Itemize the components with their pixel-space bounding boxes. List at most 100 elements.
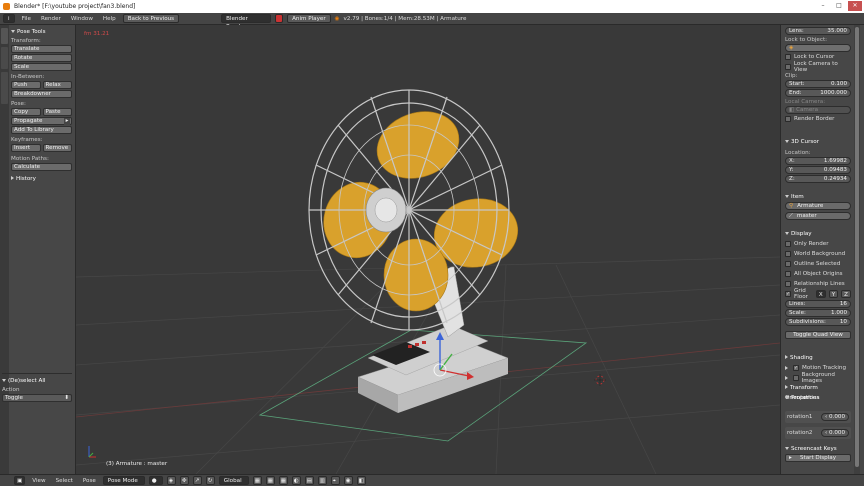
toggle-quad-view-button[interactable]: Toggle Quad View bbox=[785, 331, 851, 339]
tab-options[interactable] bbox=[1, 47, 8, 69]
calculate-button[interactable]: Calculate bbox=[11, 163, 72, 171]
maximize-button[interactable]: □ bbox=[832, 1, 846, 11]
action-select[interactable]: Toggle ⬍ bbox=[2, 394, 72, 402]
grid-lines-field[interactable]: Lines: 16 bbox=[785, 300, 851, 308]
remove-keyframe-button[interactable]: Remove bbox=[42, 144, 72, 152]
manipulator-icon[interactable]: ✜ bbox=[179, 476, 189, 485]
only-render-checkbox[interactable]: Only Render bbox=[785, 239, 851, 249]
menu-pose[interactable]: Pose bbox=[80, 478, 99, 484]
cursor-x-field[interactable]: X: 1.69982 bbox=[785, 157, 851, 165]
menu-select[interactable]: Select bbox=[53, 478, 76, 484]
lens-field[interactable]: Lens: 35.000 bbox=[785, 27, 851, 35]
render-engine-select[interactable]: Blender Render bbox=[221, 14, 272, 30]
layer-icon[interactable]: ▦ bbox=[278, 476, 288, 485]
rotate-button[interactable]: Rotate bbox=[11, 54, 72, 62]
push-button[interactable]: Push bbox=[11, 81, 41, 89]
record-icon[interactable] bbox=[275, 14, 284, 23]
operator-header[interactable]: (De)select All bbox=[2, 376, 72, 386]
mode-select[interactable]: Pose Mode bbox=[102, 476, 145, 485]
paste-pose-button[interactable]: Paste bbox=[42, 108, 72, 116]
menu-view[interactable]: View bbox=[29, 478, 48, 484]
axis-y-toggle[interactable]: Y bbox=[828, 290, 839, 298]
menu-file[interactable]: File bbox=[19, 16, 34, 22]
start-display-button[interactable]: ▸ Start Display bbox=[785, 454, 851, 462]
properties-header[interactable]: Properties bbox=[785, 393, 851, 403]
relax-button[interactable]: Relax bbox=[42, 81, 72, 89]
pivot-icon[interactable]: ◈ bbox=[166, 476, 176, 485]
all-object-origins-checkbox[interactable]: All Object Origins bbox=[785, 269, 851, 279]
add-to-library-button[interactable]: Add To Library bbox=[11, 126, 72, 134]
scrollbar-thumb[interactable] bbox=[855, 27, 859, 467]
orientation-select[interactable]: Global bbox=[218, 476, 249, 485]
translate-manipulator-icon[interactable]: ↗ bbox=[192, 476, 202, 485]
3d-cursor-header[interactable]: 3D Cursor bbox=[785, 137, 851, 147]
translate-button[interactable]: Translate bbox=[11, 45, 72, 53]
axis-x-toggle[interactable]: X bbox=[815, 290, 826, 298]
clip-start-field[interactable]: Start: 0.100 bbox=[785, 80, 851, 88]
bone-name-field[interactable]: ⟋ master bbox=[785, 212, 851, 220]
close-button[interactable]: ✕ bbox=[848, 1, 862, 11]
menu-window[interactable]: Window bbox=[68, 16, 96, 22]
pose-tools-header[interactable]: Pose Tools bbox=[11, 27, 72, 37]
item-name-field[interactable]: ⚲ Armature bbox=[785, 202, 851, 210]
object-info-label: (3) Armature : master bbox=[106, 461, 168, 467]
local-camera-field[interactable]: ◧ Camera bbox=[785, 106, 851, 114]
viewport-shading-icon[interactable]: ● bbox=[148, 476, 163, 485]
inbetween-row: Push Relax bbox=[11, 81, 72, 90]
layer-icon[interactable]: ▦ bbox=[252, 476, 262, 485]
tab-tools[interactable] bbox=[1, 28, 8, 44]
scale-button[interactable]: Scale bbox=[11, 63, 72, 71]
history-header[interactable]: History bbox=[11, 174, 72, 184]
grid-subdivisions-field[interactable]: Subdivisions: 10 bbox=[785, 318, 851, 326]
display-header[interactable]: Display bbox=[785, 229, 851, 239]
snap-icon[interactable]: ⌖ bbox=[330, 476, 340, 485]
minimize-button[interactable]: – bbox=[816, 1, 830, 11]
sidebar-scrollbar[interactable] bbox=[854, 25, 860, 474]
editor-type-icon[interactable]: i bbox=[3, 14, 15, 23]
tab-grease-pencil[interactable] bbox=[1, 72, 8, 104]
lock-camera-to-view-checkbox[interactable]: Lock Camera to View bbox=[785, 61, 851, 73]
screencast-keys-header[interactable]: Screencast Keys bbox=[785, 444, 851, 454]
layer-icon[interactable]: ▦ bbox=[265, 476, 275, 485]
axis-z-toggle[interactable]: Z bbox=[841, 290, 851, 298]
clip-end-field[interactable]: End: 1000.000 bbox=[785, 89, 851, 97]
fan-base[interactable] bbox=[357, 324, 509, 413]
propagate-button[interactable]: Propagate ▸ bbox=[11, 117, 72, 125]
paste-pose-icon[interactable]: ▥ bbox=[317, 476, 327, 485]
transform-orientations-header[interactable]: Transform Orientations bbox=[785, 383, 851, 401]
render-border-checkbox[interactable]: Render Border bbox=[785, 114, 851, 124]
camera-icon[interactable]: ◧ bbox=[356, 476, 366, 485]
3d-cursor-icon[interactable] bbox=[594, 374, 606, 386]
copy-pose-icon[interactable]: ▤ bbox=[304, 476, 314, 485]
anim-player-button[interactable]: Anim Player bbox=[287, 14, 331, 23]
viewport-editor-icon[interactable]: ▣ bbox=[14, 476, 26, 485]
rotate-manipulator-icon[interactable]: ↻ bbox=[205, 476, 215, 485]
grid-floor-checkbox[interactable]: ✓ Grid Floor X Y Z bbox=[785, 288, 851, 300]
propagate-dropdown-icon[interactable]: ▸ bbox=[64, 118, 70, 125]
lock-object-field[interactable]: ◈ bbox=[785, 44, 851, 52]
world-background-checkbox[interactable]: World Background bbox=[785, 249, 851, 259]
menu-help[interactable]: Help bbox=[100, 16, 119, 22]
render-icon[interactable]: ◉ bbox=[343, 476, 353, 485]
breakdowner-button[interactable]: Breakdowner bbox=[11, 90, 72, 98]
play-icon: ▸ bbox=[789, 455, 792, 461]
pose-library-icon[interactable]: ◐ bbox=[291, 476, 301, 485]
outline-selected-checkbox[interactable]: Outline Selected bbox=[785, 259, 851, 269]
fan-blades[interactable] bbox=[315, 101, 523, 312]
insert-keyframe-button[interactable]: Insert bbox=[11, 144, 41, 152]
menu-render[interactable]: Render bbox=[38, 16, 64, 22]
back-to-previous-button[interactable]: Back to Previous bbox=[122, 14, 180, 23]
item-header[interactable]: Item bbox=[785, 192, 851, 202]
shading-header[interactable]: Shading bbox=[785, 353, 851, 363]
cursor-z-field[interactable]: Z: 0.24934 bbox=[785, 175, 851, 183]
rotation2-field[interactable]: ‹ 0.000 bbox=[821, 429, 849, 437]
3d-viewport[interactable]: fm 31.21 (3) Armature: master bbox=[76, 25, 780, 474]
rotation1-field[interactable]: ‹ 0.000 bbox=[821, 413, 849, 421]
rotation1-row: rotation1 ‹ 0.000 bbox=[785, 411, 851, 423]
copy-pose-button[interactable]: Copy bbox=[11, 108, 41, 116]
fan-cage[interactable] bbox=[308, 89, 510, 331]
background-images-header[interactable]: Background Images bbox=[785, 372, 851, 384]
fan-hub[interactable] bbox=[365, 187, 407, 233]
grid-scale-field[interactable]: Scale: 1.000 bbox=[785, 309, 851, 317]
cursor-y-field[interactable]: Y: 0.09483 bbox=[785, 166, 851, 174]
